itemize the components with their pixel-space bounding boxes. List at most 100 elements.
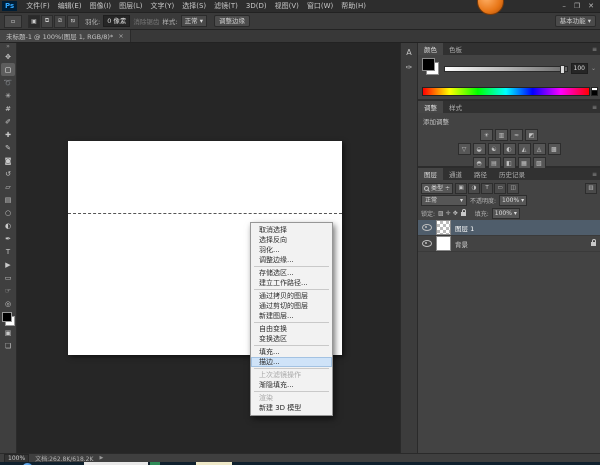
brightness-contrast-adjustment-icon[interactable]: ☀ <box>480 129 493 141</box>
antialias-checkbox[interactable]: 消除锯齿 <box>133 16 159 26</box>
window-close-button[interactable]: ✕ <box>588 2 594 10</box>
dodge-tool-icon[interactable]: ◐ <box>1 219 15 232</box>
layers-tab-1[interactable]: 通道 <box>443 168 468 180</box>
menubar-item[interactable]: 文件(F) <box>22 2 54 10</box>
add-to-selection-icon[interactable]: ⧉ <box>41 15 53 28</box>
toolbox-color-swatches[interactable] <box>2 312 15 326</box>
close-document-icon[interactable]: × <box>118 32 123 40</box>
layer-filter-switch[interactable]: ▥ <box>585 183 597 194</box>
layers-tab-0[interactable]: 图层 <box>418 168 443 180</box>
menubar-item[interactable]: 窗口(W) <box>303 2 337 10</box>
color-tab-0[interactable]: 颜色 <box>418 43 443 55</box>
status-options-arrow[interactable]: ▶ <box>99 455 103 461</box>
context-menu-item-feather[interactable]: 羽化... <box>251 245 332 255</box>
exposure-adjustment-icon[interactable]: ◩ <box>525 129 538 141</box>
blur-tool-icon[interactable]: ○ <box>1 206 15 219</box>
menubar-item[interactable]: 帮助(H) <box>337 2 370 10</box>
filter-shape-layers-icon[interactable]: ▭ <box>494 183 506 194</box>
filter-type-layers-icon[interactable]: T <box>481 183 493 194</box>
context-menu-item-save-selection[interactable]: 存储选区... <box>251 268 332 278</box>
adjustments-tab-0[interactable]: 调整 <box>418 101 443 113</box>
black-white-adjustment-icon[interactable]: ◐ <box>503 143 516 155</box>
context-menu-item-fill[interactable]: 填充... <box>251 347 332 357</box>
workspace-switcher-button[interactable]: 基本功能 ▾ <box>555 15 596 27</box>
black-chip[interactable] <box>591 90 598 96</box>
context-menu-item-stroke[interactable]: 描边... <box>251 357 332 367</box>
menubar-item[interactable]: 选择(S) <box>178 2 210 10</box>
refine-edge-button[interactable]: 调整边缘 <box>214 15 250 27</box>
color-lookup-adjustment-icon[interactable]: ▩ <box>548 143 561 155</box>
subtract-from-selection-icon[interactable]: ⧄ <box>54 15 66 28</box>
context-menu-item-new-layer[interactable]: 新建图层... <box>251 311 332 321</box>
photo-filter-adjustment-icon[interactable]: ◭ <box>518 143 531 155</box>
color-tab-1[interactable]: 色板 <box>443 43 468 55</box>
context-menu-item-refine-edge[interactable]: 调整边缘... <box>251 255 332 265</box>
layer-thumbnail[interactable] <box>436 220 451 235</box>
hue-saturation-adjustment-icon[interactable]: ◒ <box>473 143 486 155</box>
layer-thumbnail[interactable] <box>436 236 451 251</box>
adjustments-panel-menu-icon[interactable]: ≡ <box>589 104 600 111</box>
eraser-tool-icon[interactable]: ▱ <box>1 180 15 193</box>
menubar-item[interactable]: 3D(D) <box>242 2 271 10</box>
clone-stamp-tool-icon[interactable]: ◙ <box>1 154 15 167</box>
foreground-color-swatch[interactable] <box>2 312 12 322</box>
context-menu-item-free-transform[interactable]: 自由变换 <box>251 324 332 334</box>
screen-mode-icon[interactable]: ❏ <box>1 339 15 352</box>
layer-row[interactable]: 背景 <box>418 236 600 252</box>
crop-tool-icon[interactable]: # <box>1 102 15 115</box>
opacity-input[interactable]: 100% ▾ <box>499 195 527 206</box>
layers-tab-2[interactable]: 路径 <box>468 168 493 180</box>
vibrance-adjustment-icon[interactable]: ▽ <box>458 143 471 155</box>
window-restore-button[interactable]: ❐ <box>574 2 580 10</box>
adjustments-tab-1[interactable]: 样式 <box>443 101 468 113</box>
lock-transparent-pixels-icon[interactable]: ▨ <box>438 210 444 217</box>
window-minimize-button[interactable]: – <box>562 2 566 10</box>
context-menu-item-select-inverse[interactable]: 选择反向 <box>251 235 332 245</box>
menubar-item[interactable]: 编辑(E) <box>54 2 86 10</box>
rect-marquee-tool-icon[interactable]: ▢ <box>1 63 15 76</box>
style-select[interactable]: 正常 ▾ <box>181 15 207 27</box>
slider-option-icon[interactable]: ⌄ <box>591 65 596 72</box>
menubar-item[interactable]: 文字(Y) <box>146 2 178 10</box>
quick-mask-icon[interactable]: ▣ <box>1 326 15 339</box>
character-panel-icon[interactable]: A <box>406 48 411 57</box>
menubar-item[interactable]: 滤镜(T) <box>210 2 242 10</box>
pen-tool-icon[interactable]: ✒ <box>1 232 15 245</box>
filter-pixel-layers-icon[interactable]: ▣ <box>455 183 467 194</box>
quick-selection-tool-icon[interactable]: ✳ <box>1 89 15 102</box>
feather-input[interactable]: 0 像素 <box>103 15 130 27</box>
fill-input[interactable]: 100% ▾ <box>492 208 520 219</box>
color-slider[interactable] <box>444 66 568 72</box>
context-menu-item-layer-via-copy[interactable]: 通过拷贝的图层 <box>251 291 332 301</box>
filter-adjustment-layers-icon[interactable]: ◑ <box>468 183 480 194</box>
lasso-tool-icon[interactable]: ➰ <box>1 76 15 89</box>
blend-mode-select[interactable]: 正常 ▾ <box>421 195 467 206</box>
channel-mixer-adjustment-icon[interactable]: ◬ <box>533 143 546 155</box>
lock-image-pixels-icon[interactable]: ✛ <box>446 210 451 217</box>
context-menu-item-transform-selection[interactable]: 变换选区 <box>251 334 332 344</box>
brush-tool-icon[interactable]: ✎ <box>1 141 15 154</box>
layer-visibility-eye-icon[interactable] <box>422 224 432 231</box>
color-slider-value[interactable]: 100 <box>571 63 588 74</box>
menubar-item[interactable]: 视图(V) <box>271 2 303 10</box>
context-menu-item-new-3d-extrusion[interactable]: 新建 3D 模型 <box>251 403 332 413</box>
foreground-background-swatches[interactable] <box>422 58 439 75</box>
eyedropper-tool-icon[interactable]: ✐ <box>1 115 15 128</box>
type-tool-icon[interactable]: T <box>1 245 15 258</box>
path-selection-tool-icon[interactable]: ▶ <box>1 258 15 271</box>
context-menu-item-fade-fill[interactable]: 渐隐填充... <box>251 380 332 390</box>
menubar-item[interactable]: 图像(I) <box>86 2 116 10</box>
context-menu-item-make-work-path[interactable]: 建立工作路径... <box>251 278 332 288</box>
tool-preset-picker[interactable]: ▫ <box>4 15 22 28</box>
rectangle-shape-tool-icon[interactable]: ▭ <box>1 271 15 284</box>
move-tool-icon[interactable]: ✥ <box>1 50 15 63</box>
layers-tab-3[interactable]: 历史记录 <box>493 168 531 180</box>
menubar-item[interactable]: 图层(L) <box>115 2 146 10</box>
lock-all-icon[interactable] <box>461 212 466 216</box>
levels-adjustment-icon[interactable]: ▥ <box>495 129 508 141</box>
layers-panel-menu-icon[interactable]: ≡ <box>589 171 600 178</box>
context-menu-item-layer-via-cut[interactable]: 通过剪切的图层 <box>251 301 332 311</box>
slider-handle[interactable] <box>560 65 565 74</box>
document-tab[interactable]: 未标题-1 @ 100%(图层 1, RGB/8)* × <box>0 30 131 42</box>
new-selection-icon[interactable]: ▣ <box>28 15 40 28</box>
